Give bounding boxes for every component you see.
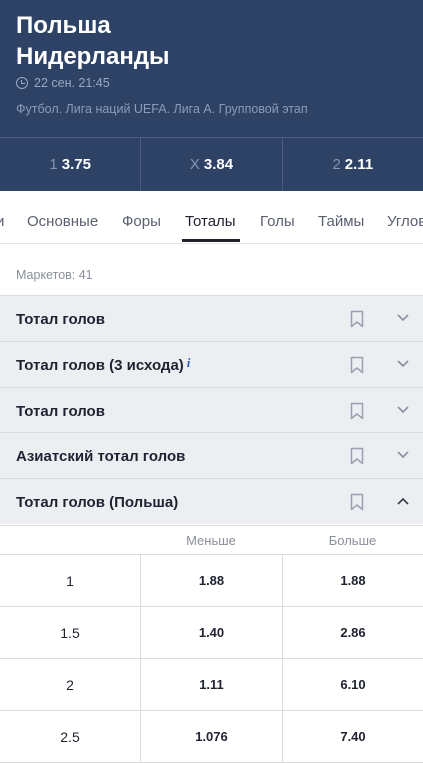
bookmark-icon[interactable] xyxy=(350,356,364,374)
tab-goals[interactable]: Голы xyxy=(260,213,295,230)
markets-count: Маркетов: 41 xyxy=(16,268,93,282)
table-row: 2 1.11 6.10 xyxy=(0,659,423,711)
under-odd-button[interactable]: 1.88 xyxy=(140,555,282,606)
odd-label: 2 xyxy=(332,156,341,173)
total-odds-table: Меньше Больше 1 1.88 1.88 1.5 1.40 2.86 … xyxy=(0,525,423,763)
bookmark-icon[interactable] xyxy=(350,402,364,420)
team1-name: Польша xyxy=(16,12,111,39)
chevron-up-icon[interactable] xyxy=(396,496,410,506)
tab-totals[interactable]: Тоталы xyxy=(185,213,236,230)
market-title-text: Тотал голов (3 исхода) xyxy=(16,357,184,374)
market-tabs: и Основные Форы Тоталы Голы Таймы Углов xyxy=(0,191,423,244)
header-under: Меньше xyxy=(186,533,236,548)
league-name: Футбол. Лига наций UEFA. Лига А. Группов… xyxy=(16,102,308,116)
over-odd-button[interactable]: 7.40 xyxy=(282,711,423,762)
odd-draw-button[interactable]: X 3.84 xyxy=(141,138,283,191)
market-header-total-goals[interactable]: Тотал голов xyxy=(0,295,423,341)
tab-corners[interactable]: Углов xyxy=(387,213,423,230)
market-title: Тотал голов xyxy=(16,311,105,328)
market-title: Тотал голов xyxy=(16,403,105,420)
tab-handicaps[interactable]: Форы xyxy=(122,213,161,230)
table-row: 1.5 1.40 2.86 xyxy=(0,607,423,659)
under-odd-button[interactable]: 1.11 xyxy=(140,659,282,710)
odd-label: X xyxy=(189,156,200,173)
team2-name: Нидерланды xyxy=(16,43,170,70)
total-value: 1 xyxy=(66,572,74,589)
odd-value: 2.11 xyxy=(344,156,374,173)
match-datetime: 22 сен. 21:45 xyxy=(16,76,110,90)
clock-icon xyxy=(16,77,28,89)
active-tab-indicator xyxy=(182,239,240,242)
over-odd-button[interactable]: 2.86 xyxy=(282,607,423,658)
market-header-total-goals-3way[interactable]: Тотал голов (3 исхода) i xyxy=(0,341,423,387)
odd-away-button[interactable]: 2 2.11 xyxy=(283,138,423,191)
info-icon[interactable]: i xyxy=(187,355,191,370)
under-odd-button[interactable]: 1.076 xyxy=(140,711,282,762)
table-row: 1 1.88 1.88 xyxy=(0,555,423,607)
market-header-total-goals-poland[interactable]: Тотал голов (Польша) xyxy=(0,478,423,524)
market-title: Тотал голов (3 исхода) i xyxy=(16,355,191,374)
match-header: Польша Нидерланды 22 сен. 21:45 Футбол. … xyxy=(0,0,423,191)
odd-value: 3.84 xyxy=(203,156,234,173)
market-header-asian-total[interactable]: Азиатский тотал голов xyxy=(0,432,423,478)
odd-home-button[interactable]: 1 3.75 xyxy=(0,138,142,191)
total-value: 1.5 xyxy=(60,624,80,641)
market-title: Тотал голов (Польша) xyxy=(16,494,179,511)
bookmark-icon[interactable] xyxy=(350,310,364,328)
header-over: Больше xyxy=(328,533,377,548)
chevron-down-icon[interactable] xyxy=(396,450,410,460)
odd-value: 3.75 xyxy=(61,156,91,173)
bookmark-icon[interactable] xyxy=(350,447,364,465)
tab-partial-left[interactable]: и xyxy=(0,213,4,230)
market-header-total-goals-2[interactable]: Тотал голов xyxy=(0,387,423,433)
under-odd-button[interactable]: 1.40 xyxy=(140,607,282,658)
match-datetime-text: 22 сен. 21:45 xyxy=(34,76,110,90)
total-value: 2 xyxy=(66,676,74,693)
market-title: Азиатский тотал голов xyxy=(16,448,186,465)
odd-label: 1 xyxy=(49,156,58,173)
over-odd-button[interactable]: 1.88 xyxy=(282,555,423,606)
main-odds-row: 1 3.75 X 3.84 2 2.11 xyxy=(0,137,423,191)
table-row: 2.5 1.076 7.40 xyxy=(0,711,423,763)
chevron-down-icon[interactable] xyxy=(396,405,410,415)
tab-main[interactable]: Основные xyxy=(27,213,98,230)
over-odd-button[interactable]: 6.10 xyxy=(282,659,423,710)
bookmark-icon[interactable] xyxy=(350,493,364,511)
table-header: Меньше Больше xyxy=(0,525,423,555)
chevron-down-icon[interactable] xyxy=(396,359,410,369)
total-value: 2.5 xyxy=(60,728,80,745)
chevron-down-icon[interactable] xyxy=(396,313,410,323)
tab-halves[interactable]: Таймы xyxy=(318,213,364,230)
